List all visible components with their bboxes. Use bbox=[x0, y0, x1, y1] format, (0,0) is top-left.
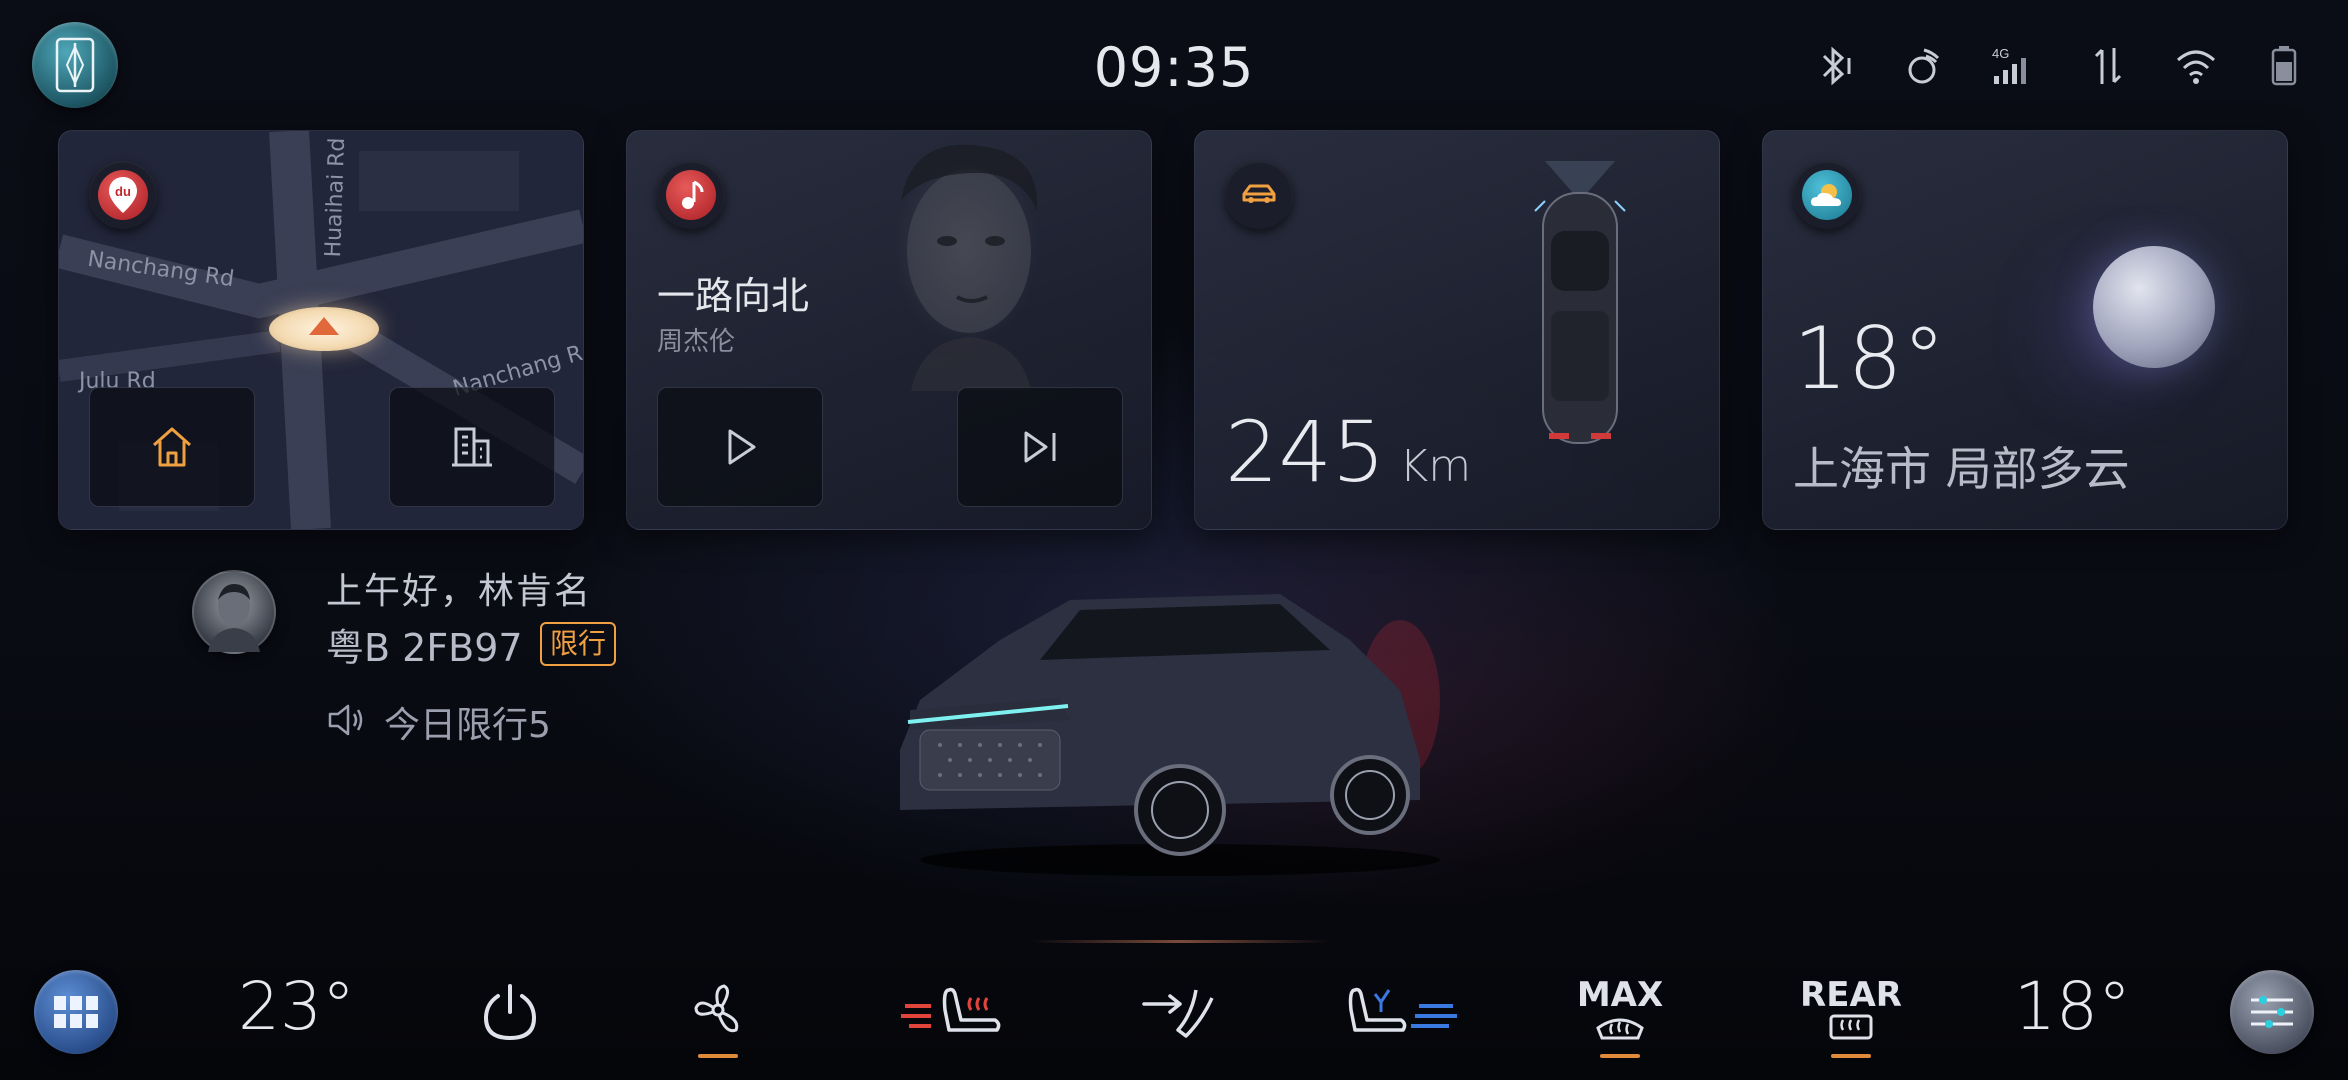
clock: 09:35 bbox=[1093, 36, 1255, 99]
music-note-icon bbox=[682, 180, 704, 209]
album-art-portrait bbox=[851, 131, 1081, 391]
climate-power-button[interactable] bbox=[460, 962, 560, 1062]
vehicle-status-card[interactable]: 245 Km bbox=[1194, 130, 1720, 530]
home-icon bbox=[153, 427, 191, 467]
seat-heat-button[interactable] bbox=[896, 962, 1016, 1062]
current-location-marker bbox=[269, 307, 379, 351]
next-track-icon bbox=[1024, 431, 1056, 463]
signal-type-label: 4G bbox=[1992, 46, 2009, 61]
fan-button[interactable] bbox=[668, 962, 768, 1062]
map-app-button[interactable]: du bbox=[89, 161, 157, 229]
data-transfer-icon bbox=[2084, 42, 2132, 90]
music-app-button[interactable] bbox=[657, 161, 725, 229]
airflow-icon bbox=[1142, 989, 1214, 1038]
wifi-icon bbox=[2172, 42, 2220, 90]
wireless-charging-icon bbox=[1900, 42, 1948, 90]
fan-icon bbox=[694, 984, 739, 1033]
rear-defrost-icon bbox=[1829, 1014, 1873, 1040]
airflow-direction-button[interactable] bbox=[1130, 962, 1230, 1062]
brand-logo-button[interactable] bbox=[32, 22, 118, 108]
speaker-icon bbox=[326, 702, 366, 738]
range-value: 245 bbox=[1225, 403, 1386, 501]
map-app-label: du bbox=[115, 184, 131, 199]
driver-avatar[interactable] bbox=[192, 570, 276, 654]
active-indicator bbox=[698, 1054, 738, 1058]
apps-grid-button[interactable] bbox=[34, 970, 118, 1054]
greeting-text: 上午好，林肯名 bbox=[326, 571, 593, 612]
license-plate: 粤B 2FB97 bbox=[326, 626, 523, 670]
passenger-temperature[interactable]: 18° bbox=[2014, 968, 2131, 1045]
music-card[interactable]: 一路向北 周杰伦 bbox=[626, 130, 1152, 530]
weather-location-condition: 上海市 局部多云 bbox=[1793, 442, 2130, 496]
active-indicator bbox=[1831, 1054, 1871, 1058]
settings-sliders-icon bbox=[2251, 996, 2293, 1028]
song-title: 一路向北 bbox=[657, 274, 810, 318]
lincoln-star-icon bbox=[55, 37, 95, 93]
rear-defrost-button[interactable]: REAR bbox=[1796, 962, 1906, 1062]
play-icon bbox=[728, 429, 756, 465]
moon-illustration bbox=[2093, 246, 2215, 368]
restriction-notice: 今日限行5 bbox=[384, 705, 551, 746]
car-icon bbox=[1242, 184, 1276, 203]
home-button[interactable] bbox=[89, 387, 255, 507]
vehicle-app-button[interactable] bbox=[1225, 161, 1293, 229]
company-button[interactable] bbox=[389, 387, 555, 507]
weather-card[interactable]: 18° 上海市 局部多云 bbox=[1762, 130, 2288, 530]
car-top-view bbox=[1505, 161, 1655, 461]
max-defrost-button[interactable]: MAX bbox=[1570, 962, 1670, 1062]
vehicle-3d-model[interactable] bbox=[880, 580, 1440, 880]
max-defrost-icon bbox=[1596, 1018, 1644, 1040]
dock-center-indicator bbox=[1030, 940, 1330, 943]
baidu-map-icon: du bbox=[109, 177, 137, 213]
climate-settings-button[interactable] bbox=[2230, 970, 2314, 1054]
4g-signal-icon: 4G bbox=[1988, 42, 2036, 90]
power-icon bbox=[483, 984, 537, 1041]
active-indicator bbox=[1600, 1054, 1640, 1058]
song-artist: 周杰伦 bbox=[657, 327, 736, 357]
seat-heat-icon bbox=[901, 987, 1001, 1032]
apps-grid-icon bbox=[54, 996, 98, 1028]
bluetooth-icon bbox=[1812, 42, 1860, 90]
partly-cloudy-icon bbox=[1811, 184, 1841, 206]
driving-range: 245 Km bbox=[1225, 403, 1471, 501]
navigation-card[interactable]: Nanchang Rd Huaihai Rd Julu Rd Nanchang … bbox=[58, 130, 584, 530]
play-button[interactable] bbox=[657, 387, 823, 507]
seat-vent-button[interactable] bbox=[1340, 962, 1470, 1062]
next-track-button[interactable] bbox=[957, 387, 1123, 507]
building-icon bbox=[452, 427, 492, 467]
seat-vent-icon bbox=[1348, 987, 1457, 1032]
max-defrost-label: MAX bbox=[1576, 975, 1664, 1015]
rear-defrost-label: REAR bbox=[1800, 975, 1902, 1015]
battery-icon bbox=[2260, 42, 2308, 90]
restriction-badge: 限行 bbox=[540, 622, 617, 666]
weather-app-button[interactable] bbox=[1793, 161, 1861, 229]
road-label: Huaihai Rd bbox=[321, 137, 351, 258]
weather-temperature: 18° bbox=[1793, 309, 1946, 409]
driver-temperature[interactable]: 23° bbox=[238, 968, 355, 1045]
range-unit: Km bbox=[1399, 441, 1472, 492]
